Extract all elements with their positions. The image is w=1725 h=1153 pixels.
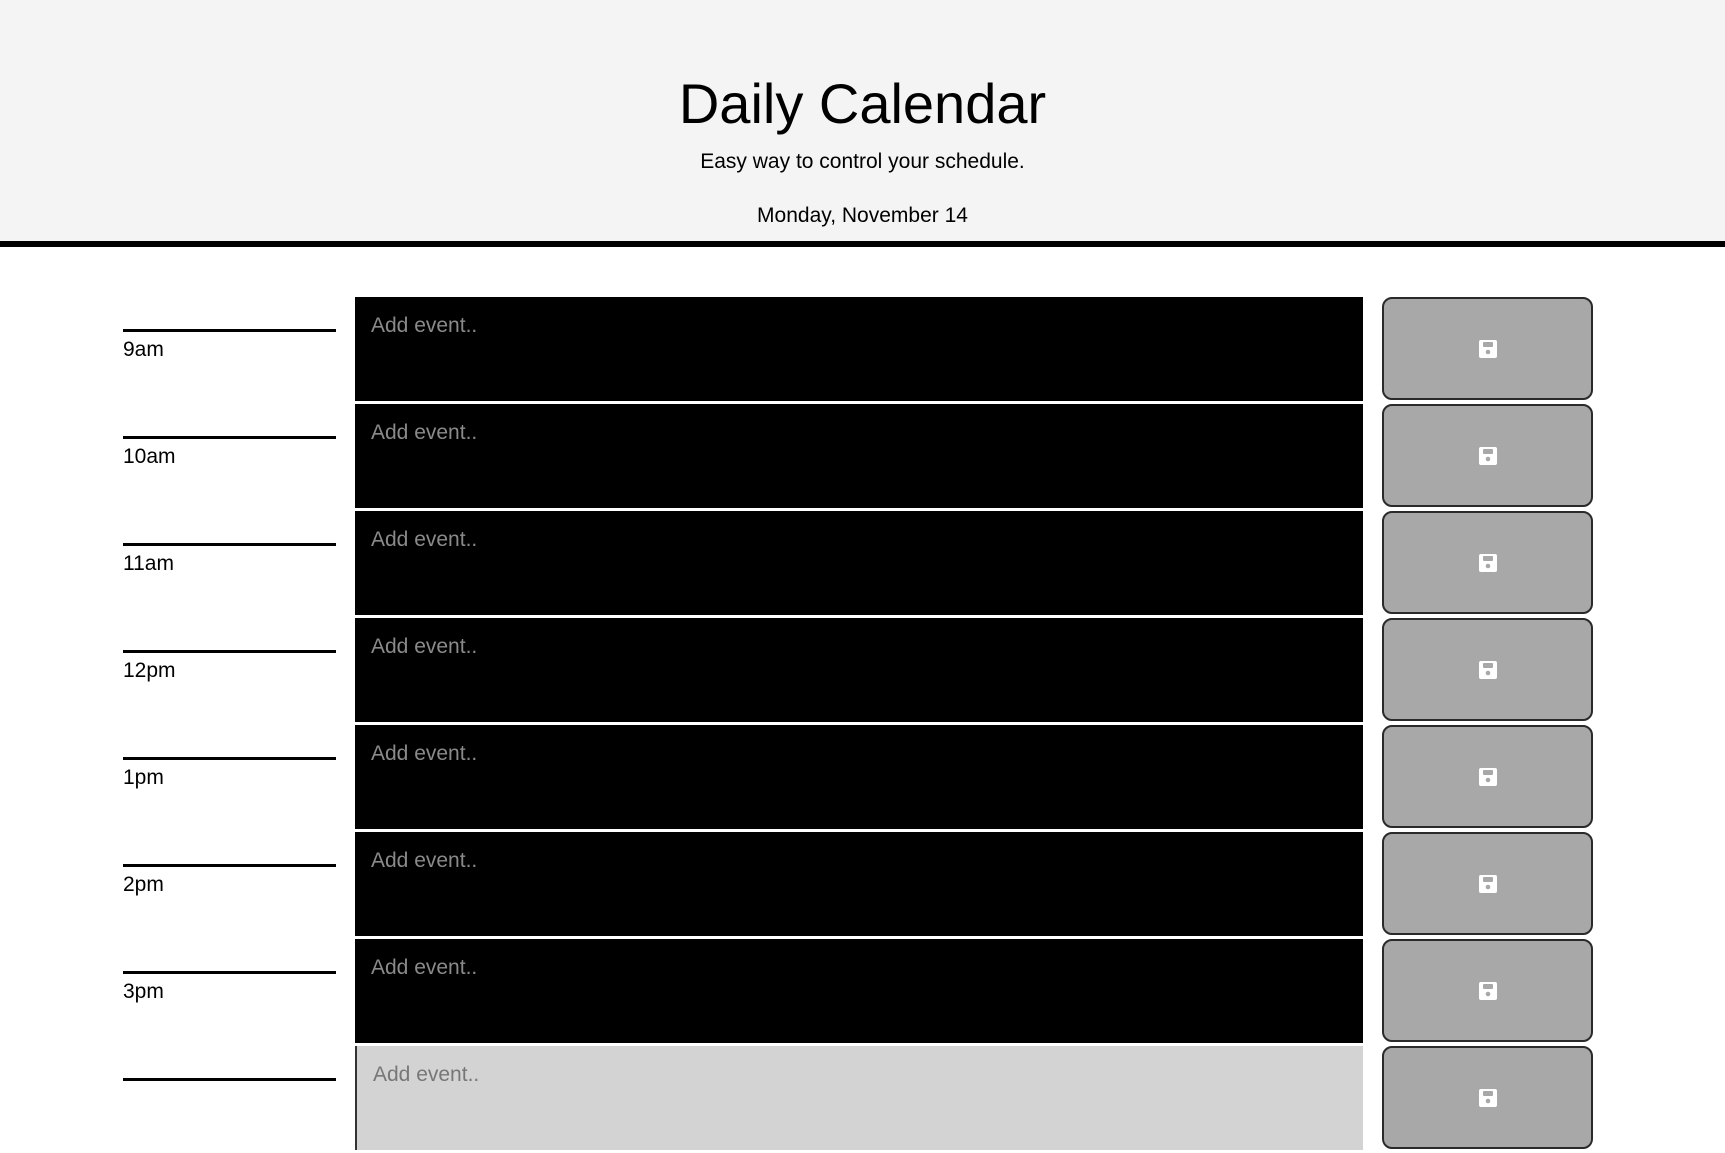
event-description-input[interactable] <box>355 297 1363 401</box>
page-header: Daily Calendar Easy way to control your … <box>0 0 1725 247</box>
time-block: 3pm <box>123 939 1593 1046</box>
save-button[interactable] <box>1382 511 1593 614</box>
time-block-container: 9am 10am 11am 12pm 1pm 2pm <box>123 297 1593 1153</box>
hour-label: 2pm <box>123 864 336 898</box>
save-button[interactable] <box>1382 1046 1593 1149</box>
save-button[interactable] <box>1382 297 1593 400</box>
save-icon <box>1478 767 1498 787</box>
save-icon <box>1478 553 1498 573</box>
save-button[interactable] <box>1382 404 1593 507</box>
time-block: 9am <box>123 297 1593 404</box>
page-subtitle: Easy way to control your schedule. <box>700 150 1025 173</box>
save-icon <box>1478 874 1498 894</box>
event-description-input[interactable] <box>355 939 1363 1043</box>
hour-label: 12pm <box>123 650 336 684</box>
event-description-input[interactable] <box>355 725 1363 829</box>
save-icon <box>1478 660 1498 680</box>
save-button[interactable] <box>1382 725 1593 828</box>
page-title: Daily Calendar <box>678 72 1047 135</box>
time-block: 11am <box>123 511 1593 618</box>
time-block <box>123 1046 1593 1153</box>
save-icon <box>1478 981 1498 1001</box>
time-block: 10am <box>123 404 1593 511</box>
hour-label: 3pm <box>123 971 336 1005</box>
hour-label: 10am <box>123 436 336 470</box>
time-block: 1pm <box>123 725 1593 832</box>
current-day: Monday, November 14 <box>757 204 968 227</box>
event-description-input[interactable] <box>355 404 1363 508</box>
save-button[interactable] <box>1382 832 1593 935</box>
save-button[interactable] <box>1382 618 1593 721</box>
event-description-input[interactable] <box>355 618 1363 722</box>
event-description-input[interactable] <box>355 832 1363 936</box>
event-description-input[interactable] <box>355 1046 1363 1150</box>
hour-label <box>123 1078 336 1086</box>
event-description-input[interactable] <box>355 511 1363 615</box>
save-button[interactable] <box>1382 939 1593 1042</box>
hour-label: 11am <box>123 543 336 577</box>
save-icon <box>1478 1088 1498 1108</box>
save-icon <box>1478 446 1498 466</box>
save-icon <box>1478 339 1498 359</box>
time-block: 12pm <box>123 618 1593 725</box>
time-block: 2pm <box>123 832 1593 939</box>
hour-label: 1pm <box>123 757 336 791</box>
hour-label: 9am <box>123 329 336 363</box>
